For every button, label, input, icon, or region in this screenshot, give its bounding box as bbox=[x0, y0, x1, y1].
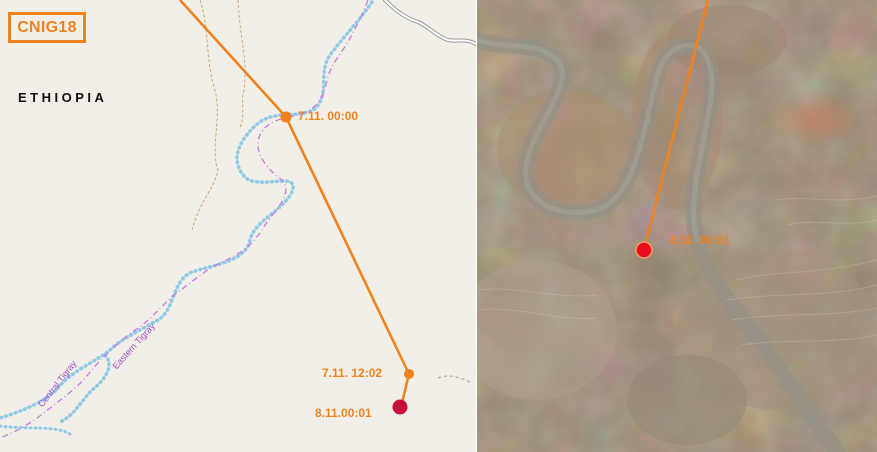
track-point-2-label: 7.11. 12:02 bbox=[322, 366, 383, 380]
satellite-image-panel[interactable]: 8.11. 00:01 bbox=[477, 0, 877, 452]
vector-map-canvas bbox=[0, 0, 476, 439]
track-point-1-label: 7.11. 00:00 bbox=[298, 109, 359, 123]
map-tag-label: CNIG18 bbox=[17, 18, 77, 36]
road-line bbox=[383, 0, 476, 46]
satellite-image bbox=[477, 0, 877, 452]
country-label: ETHIOPIA bbox=[18, 90, 108, 105]
vector-map-panel[interactable]: CNIG18 ETHIOPIA Central Tigray Eastern T… bbox=[0, 0, 476, 452]
satellite-endpoint-marker bbox=[635, 241, 653, 259]
map-comparison: CNIG18 ETHIOPIA Central Tigray Eastern T… bbox=[0, 0, 877, 452]
track-endpoint-label: 8.11.00:01 bbox=[315, 406, 372, 420]
flight-track-line bbox=[179, 0, 411, 408]
map-tag-badge: CNIG18 bbox=[8, 12, 86, 43]
zone-boundary-purple bbox=[0, 0, 369, 439]
track-endpoint-marker bbox=[392, 399, 408, 415]
trail-line bbox=[191, 0, 219, 231]
track-point-2-marker bbox=[404, 369, 414, 379]
satellite-point-label: 8.11. 00:01 bbox=[670, 233, 731, 247]
zone-boundary-blue bbox=[0, 0, 374, 420]
track-point-1-marker bbox=[280, 111, 292, 123]
